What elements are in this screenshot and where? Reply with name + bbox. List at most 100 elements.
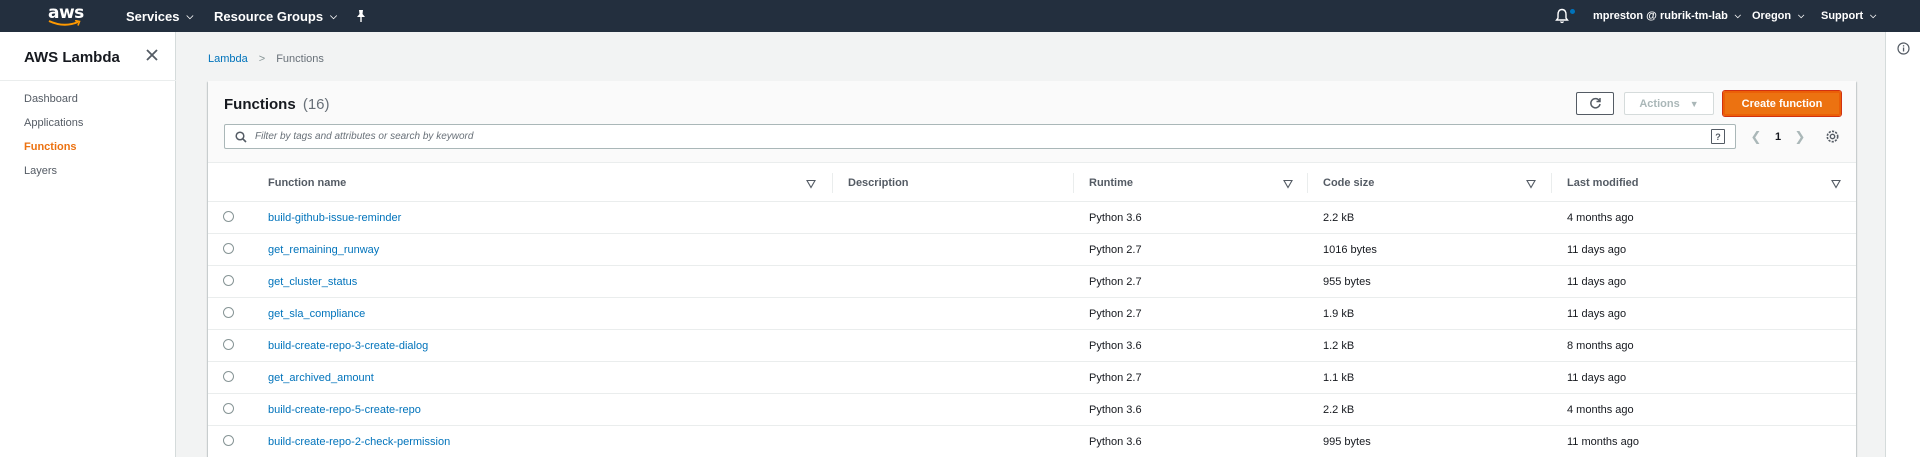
row-select-radio[interactable] <box>223 275 234 286</box>
function-code-size: 1.9 kB <box>1323 308 1355 320</box>
function-last-modified: 11 days ago <box>1567 276 1627 288</box>
chevron-down-icon: ⌵ <box>186 10 194 21</box>
function-count: (16) <box>302 96 330 113</box>
table-row[interactable]: get_cluster_status Python 2.7 955 bytes … <box>208 266 1856 298</box>
panel-title-text: Functions <box>224 96 296 113</box>
table-row[interactable]: build-create-repo-2-check-permission Pyt… <box>208 426 1856 457</box>
close-icon[interactable] <box>145 48 161 64</box>
pagination: ❮ 1 ❯ <box>1747 124 1809 149</box>
support-label: Support <box>1821 10 1864 22</box>
create-function-button[interactable]: Create function <box>1722 90 1842 117</box>
table-row[interactable]: build-create-repo-3-create-dialog Python… <box>208 330 1856 362</box>
chevron-down-icon: ⌵ <box>1870 11 1877 20</box>
actions-dropdown[interactable]: Actions ▼ <box>1624 92 1714 115</box>
breadcrumb-current: Functions <box>276 53 324 65</box>
function-runtime: Python 3.6 <box>1089 212 1142 224</box>
function-name-link[interactable]: build-create-repo-5-create-repo <box>268 394 421 426</box>
function-last-modified: 11 months ago <box>1567 436 1639 448</box>
sidebar-item-layers[interactable]: Layers <box>24 165 57 177</box>
function-runtime: Python 3.6 <box>1089 404 1142 416</box>
functions-panel: Functions (16) Actions ▼ Create function… <box>208 81 1856 457</box>
function-code-size: 955 bytes <box>1323 276 1371 288</box>
column-divider <box>832 173 833 193</box>
function-code-size: 2.2 kB <box>1323 212 1355 224</box>
function-name-link[interactable]: build-create-repo-3-create-dialog <box>268 330 428 362</box>
function-last-modified: 11 days ago <box>1567 308 1627 320</box>
function-last-modified: 11 days ago <box>1567 244 1627 256</box>
page-title: Functions (16) <box>224 96 330 113</box>
column-header-description: Description <box>848 176 909 189</box>
actions-label: Actions <box>1639 97 1680 110</box>
function-runtime: Python 2.7 <box>1089 244 1142 256</box>
breadcrumb-lambda-link[interactable]: Lambda <box>208 53 248 65</box>
notification-dot <box>1570 9 1575 14</box>
chevron-right-icon: > <box>258 53 266 65</box>
row-select-radio[interactable] <box>223 307 234 318</box>
function-runtime: Python 3.6 <box>1089 340 1142 352</box>
notifications-bell-icon[interactable] <box>1555 8 1571 24</box>
chevron-down-icon: ⌵ <box>1734 11 1741 20</box>
function-name-link[interactable]: get_remaining_runway <box>268 234 379 266</box>
table-row[interactable]: get_sla_compliance Python 2.7 1.9 kB 11 … <box>208 298 1856 330</box>
sort-icon[interactable] <box>1831 176 1841 189</box>
function-name-link[interactable]: get_sla_compliance <box>268 298 365 330</box>
column-header-code-size[interactable]: Code size <box>1323 163 1374 202</box>
table-row[interactable]: build-create-repo-5-create-repo Python 3… <box>208 394 1856 426</box>
row-select-radio[interactable] <box>223 371 234 382</box>
gear-icon[interactable] <box>1825 129 1840 144</box>
account-menu[interactable]: mpreston @ rubrik-tm-lab ⌵ <box>1593 0 1741 32</box>
next-page-icon[interactable]: ❯ <box>1791 129 1809 145</box>
row-select-radio[interactable] <box>223 211 234 222</box>
function-name-link[interactable]: get_archived_amount <box>268 362 374 394</box>
sort-icon[interactable] <box>1526 176 1536 189</box>
sidebar-title: AWS Lambda <box>24 49 120 66</box>
prev-page-icon[interactable]: ❮ <box>1747 129 1765 145</box>
right-rail <box>1885 32 1920 457</box>
sidebar-item-applications[interactable]: Applications <box>24 117 83 129</box>
sort-icon[interactable] <box>1283 176 1293 189</box>
table-row[interactable]: get_archived_amount Python 2.7 1.1 kB 11… <box>208 362 1856 394</box>
function-last-modified: 8 months ago <box>1567 340 1634 352</box>
function-last-modified: 4 months ago <box>1567 212 1634 224</box>
region-label: Oregon <box>1752 10 1792 22</box>
caret-down-icon: ▼ <box>1689 98 1699 109</box>
chevron-down-icon: ⌵ <box>330 10 337 21</box>
region-menu[interactable]: Oregon ⌵ <box>1752 0 1804 32</box>
refresh-icon <box>1590 97 1601 109</box>
breadcrumb: Lambda > Functions <box>208 53 324 65</box>
sidebar-divider <box>0 80 176 81</box>
column-header-last-modified[interactable]: Last modified <box>1567 163 1639 202</box>
resource-groups-label: Resource Groups <box>214 8 324 24</box>
page-number[interactable]: 1 <box>1765 131 1791 143</box>
function-code-size: 2.2 kB <box>1323 404 1355 416</box>
function-code-size: 1016 bytes <box>1323 244 1377 256</box>
function-runtime: Python 3.6 <box>1089 436 1142 448</box>
table-row[interactable]: build-github-issue-reminder Python 3.6 2… <box>208 202 1856 234</box>
search-input[interactable] <box>255 127 1695 146</box>
row-select-radio[interactable] <box>223 243 234 254</box>
resource-groups-menu[interactable]: Resource Groups ⌵ <box>214 0 337 32</box>
row-select-radio[interactable] <box>223 339 234 350</box>
column-divider <box>1551 173 1552 193</box>
sort-icon[interactable] <box>806 176 816 189</box>
function-name-link[interactable]: build-github-issue-reminder <box>268 202 401 234</box>
function-name-link[interactable]: build-create-repo-2-check-permission <box>268 426 450 457</box>
function-runtime: Python 2.7 <box>1089 276 1142 288</box>
row-select-radio[interactable] <box>223 435 234 446</box>
info-icon[interactable] <box>1897 42 1910 55</box>
support-menu[interactable]: Support ⌵ <box>1821 0 1876 32</box>
column-header-runtime[interactable]: Runtime <box>1089 163 1133 202</box>
function-code-size: 995 bytes <box>1323 436 1371 448</box>
sidebar-item-functions[interactable]: Functions <box>24 141 77 153</box>
function-last-modified: 4 months ago <box>1567 404 1634 416</box>
column-header-function-name[interactable]: Function name <box>268 163 346 202</box>
row-select-radio[interactable] <box>223 403 234 414</box>
pin-icon[interactable] <box>354 9 368 23</box>
table-row[interactable]: get_remaining_runway Python 2.7 1016 byt… <box>208 234 1856 266</box>
services-menu[interactable]: Services ⌵ <box>126 0 193 32</box>
sidebar-item-dashboard[interactable]: Dashboard <box>24 93 78 105</box>
function-name-link[interactable]: get_cluster_status <box>268 266 357 298</box>
aws-logo[interactable]: aws <box>46 3 86 28</box>
help-icon[interactable]: ? <box>1711 129 1725 144</box>
refresh-button[interactable] <box>1576 92 1614 115</box>
